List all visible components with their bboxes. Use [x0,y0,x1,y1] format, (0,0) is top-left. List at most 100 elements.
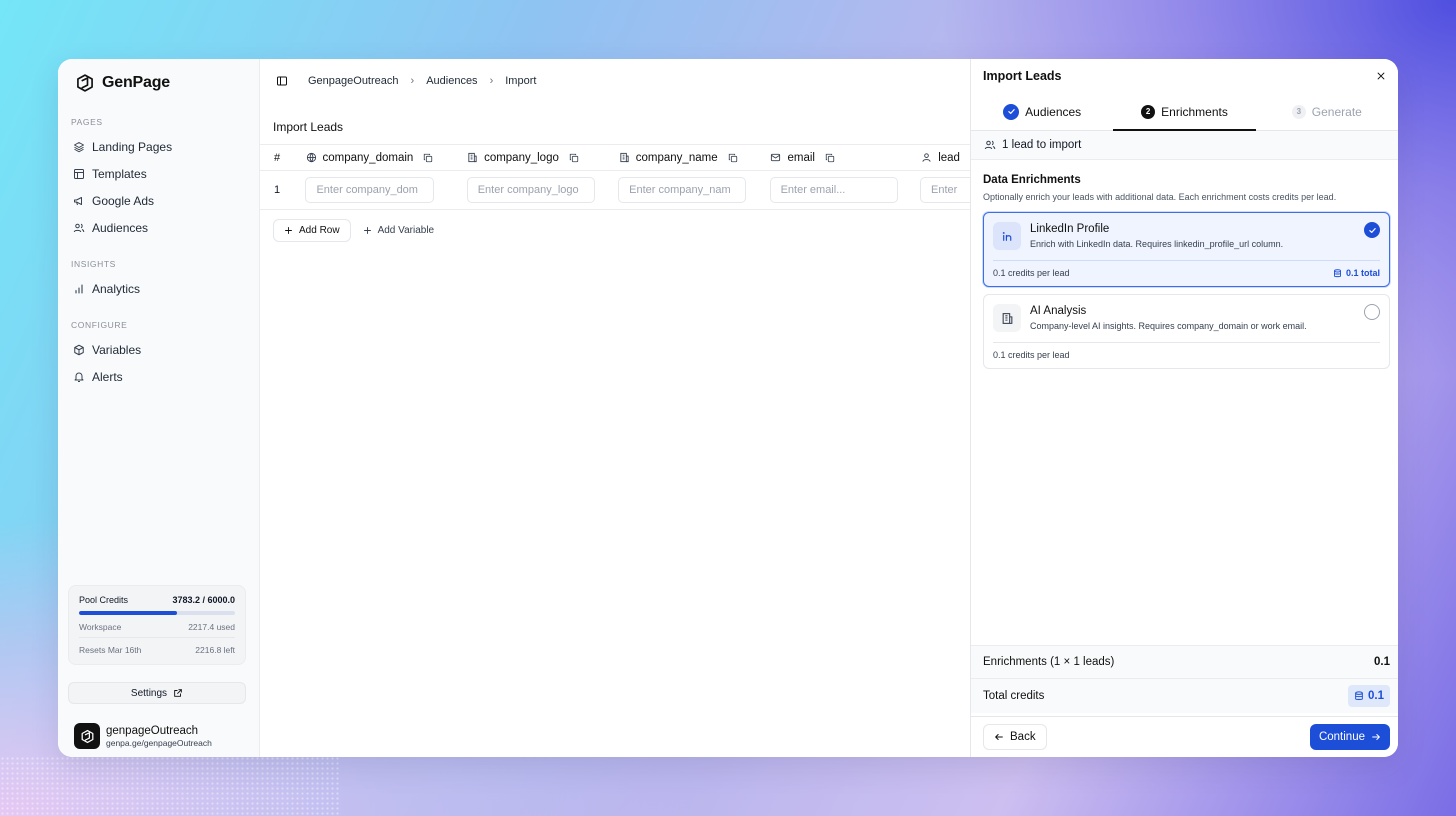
sidebar-item-analytics[interactable]: Analytics [70,275,247,302]
email-input[interactable]: Enter email... [769,177,898,203]
pool-credits-card: Pool Credits 3783.2 / 6000.0 Workspace 2… [68,585,246,665]
chevron-right-icon: › [410,75,415,87]
plus-icon [363,227,371,234]
option-footer: 0.1 credits per lead 0.1 total [993,260,1380,278]
topbar: GenpageOutreach › Audiences › Import [260,59,971,103]
breadcrumb-item-workspace[interactable]: GenpageOutreach [308,75,399,87]
chevron-right-icon: › [489,75,494,87]
mail-icon [771,153,781,162]
add-row-button[interactable]: Add Row [273,219,351,242]
step-audiences[interactable]: Audiences [971,93,1113,130]
column-name: email [787,151,815,164]
copy-icon[interactable] [825,153,835,163]
sidebar-item-label: Templates [92,166,147,181]
company-name-input[interactable]: Enter company_nam [618,177,747,203]
leads-table: # company_domain company_logo company_na… [260,144,971,210]
account-url: genpa.ge/genpageOutreach [106,737,212,748]
step-number: 3 [1291,104,1306,119]
panel-header: Import Leads [971,59,1398,93]
sidebar-item-variables[interactable]: Variables [70,336,247,363]
option-footer: 0.1 credits per lead [993,342,1380,360]
column-header-email: email [770,152,921,164]
column-header-lead: lead [921,152,971,164]
user-icon [922,153,931,162]
building-icon [993,304,1021,332]
step-enrichments[interactable]: 2 Enrichments [1113,93,1256,131]
enrichment-option-linkedin[interactable]: LinkedIn Profile Enrich with LinkedIn da… [983,212,1390,287]
plus-icon [285,227,292,234]
add-variable-label: Add Variable [377,225,435,236]
option-total-value: 0.1 total [1345,268,1380,278]
option-description: Enrich with LinkedIn data. Requires link… [1030,239,1284,249]
settings-button[interactable]: Settings [68,682,246,704]
copy-icon[interactable] [423,153,433,163]
option-total: 0.1 total [1333,268,1380,278]
account-switcher[interactable]: genpageOutreach genpa.ge/genpageOutreach [74,723,212,749]
sidebar-item-alerts[interactable]: Alerts [70,363,247,390]
sidebar-item-templates[interactable]: Templates [70,160,247,187]
database-icon [1334,268,1341,277]
add-row-label: Add Row [299,225,340,236]
users-icon [73,223,85,232]
step-label: Enrichments [1161,104,1228,119]
company-domain-input[interactable]: Enter company_dom [305,177,435,203]
company-logo-input[interactable]: Enter company_logo [466,177,595,203]
step-generate: 3 Generate [1256,93,1398,130]
total-credits-badge: 0.1 [1348,685,1390,707]
linkedin-icon [993,222,1021,250]
resets-value: 2216.8 left [195,645,235,655]
sidebar-item-google-ads[interactable]: Google Ads [70,187,247,214]
arrow-left-icon [995,734,1003,740]
option-name: LinkedIn Profile [1030,223,1110,235]
sidebar: GenPage PAGES Landing Pages Templates Go… [58,59,260,757]
panel-footer: Back Continue [971,716,1398,757]
copy-icon[interactable] [569,153,579,163]
summary-enrichments-value: 0.1 [1374,656,1390,668]
table-row: 1 Enter company_dom Enter company_logo E… [260,171,971,210]
lead-count-text: 1 lead to import [1002,139,1082,151]
breadcrumb-item-audiences[interactable]: Audiences [426,75,477,87]
settings-label: Settings [130,687,168,699]
external-link-icon [174,689,182,697]
bar-chart-icon [75,283,83,294]
back-button[interactable]: Back [983,724,1047,750]
option-description: Company-level AI insights. Requires comp… [1030,321,1307,331]
lead-count-bar: 1 lead to import [971,131,1398,160]
summary-row-total: Total credits 0.1 [971,679,1398,713]
sidebar-item-label: Alerts [92,369,123,384]
continue-button[interactable]: Continue [1309,724,1390,750]
close-icon[interactable] [1376,71,1386,81]
building-icon [468,152,477,163]
workspace-label: Workspace [79,622,122,632]
panel-title: Import Leads [983,69,1062,83]
divider [79,637,235,638]
layout-icon [74,168,84,179]
summary-row-enrichments: Enrichments (1 × 1 leads) 0.1 [971,646,1398,679]
row-number: 1 [274,184,281,196]
brand-logo[interactable]: GenPage [70,59,247,105]
arrow-right-icon [1372,734,1380,740]
workspace-value: 2217.4 used [188,622,235,632]
database-icon [1355,691,1363,701]
column-name: company_name [635,151,718,164]
pool-credits-progress [79,611,235,615]
selected-check-icon[interactable] [1364,222,1380,238]
check-icon [1007,109,1015,114]
avatar [74,723,100,749]
column-name: lead [938,151,960,164]
sidebar-toggle-icon[interactable] [276,75,288,87]
sidebar-item-audiences[interactable]: Audiences [70,214,247,241]
add-variable-button[interactable]: Add Variable [357,219,441,242]
sidebar-item-landing-pages[interactable]: Landing Pages [70,133,247,160]
pool-credits-header: Pool Credits 3783.2 / 6000.0 [79,595,235,605]
unselected-radio-icon[interactable] [1364,304,1380,320]
megaphone-icon [74,196,82,205]
copy-icon[interactable] [728,153,738,163]
lead-input[interactable]: Enter [920,177,971,203]
enrichment-option-ai-analysis[interactable]: AI Analysis Company-level AI insights. R… [983,294,1390,369]
sidebar-item-label: Landing Pages [92,139,173,154]
genpage-logo-icon [81,729,93,743]
sidebar-item-label: Analytics [92,281,141,296]
cube-icon [74,344,84,355]
column-header-company-logo: company_logo [467,152,619,164]
